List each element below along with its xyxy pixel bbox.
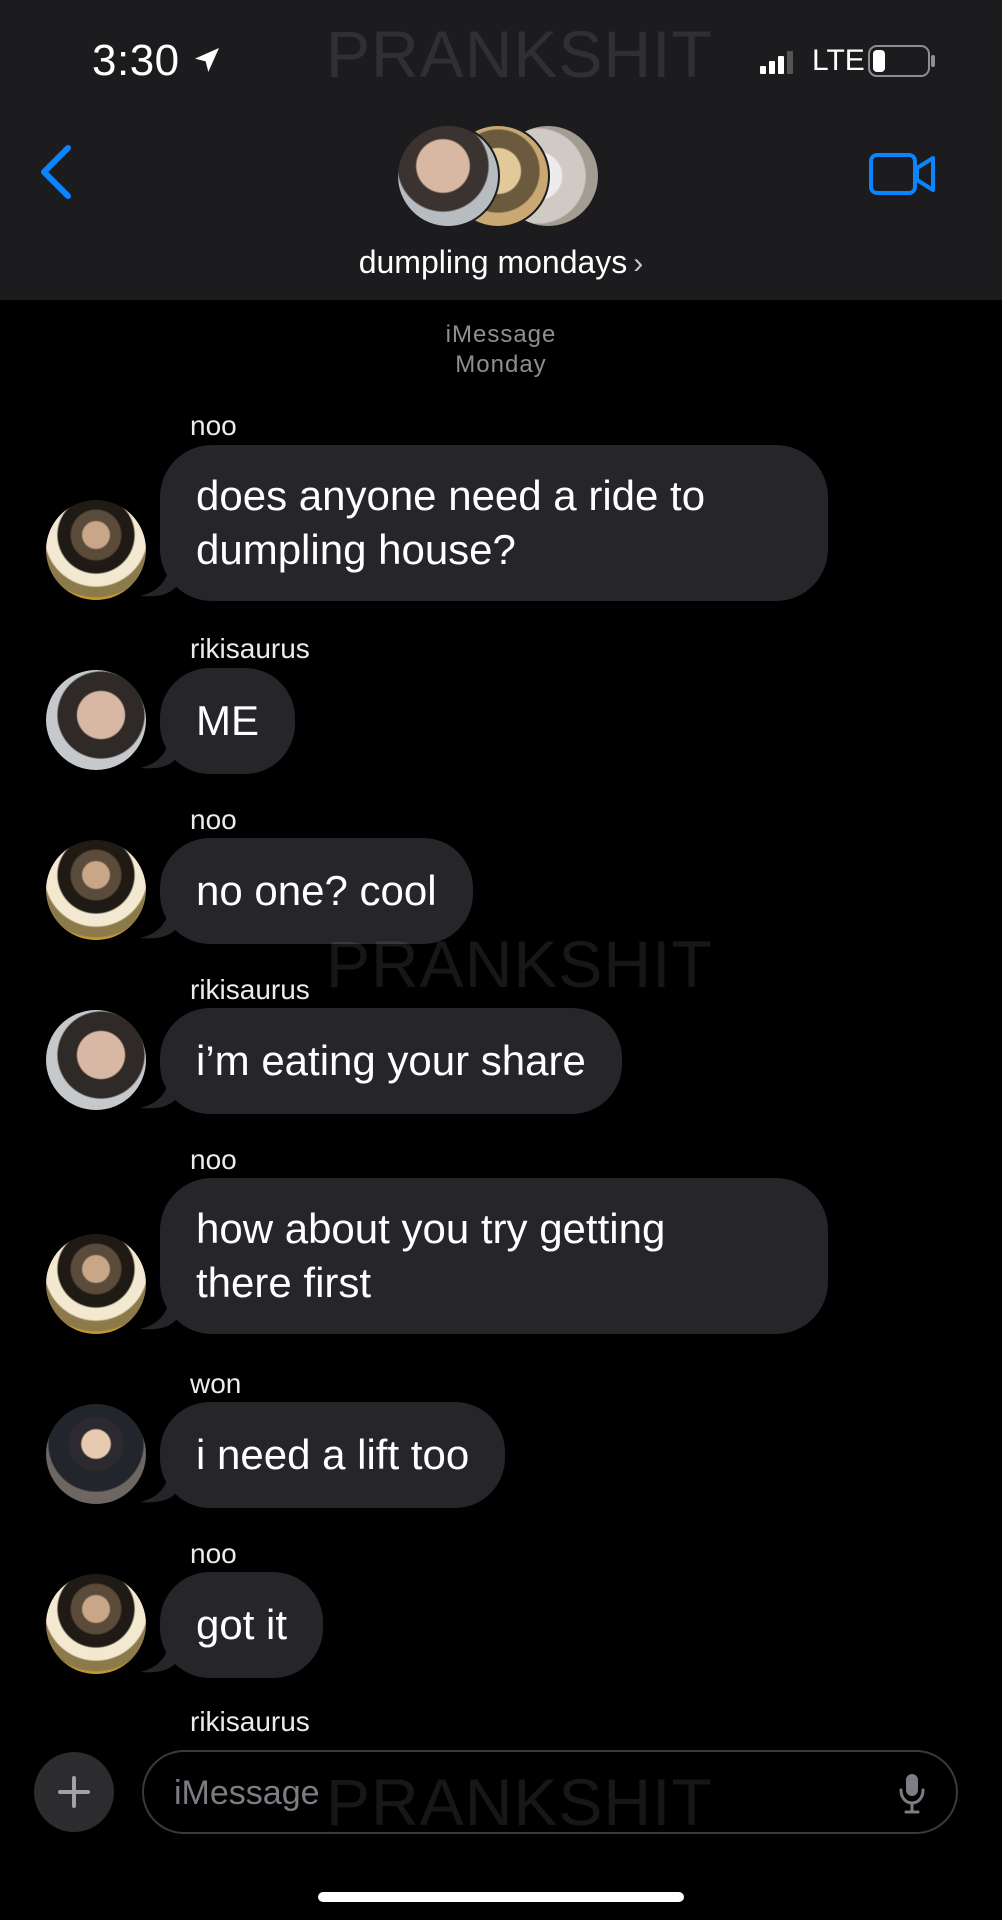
partial-next-message: rikisaurus <box>0 1706 1002 1734</box>
bubble-tail <box>140 900 180 939</box>
sender-name: won <box>190 1368 242 1399</box>
group-title[interactable]: dumpling mondays › <box>0 244 1002 281</box>
message-text-line: i’m eating your share <box>196 1037 586 1084</box>
message-bubble[interactable]: how about you try getting there first <box>160 1178 828 1334</box>
microphone-icon[interactable] <box>898 1772 926 1814</box>
status-time: 3:30 <box>92 36 180 85</box>
message-bubble[interactable]: does anyone need a ride to dumpling hous… <box>160 445 828 601</box>
plus-icon <box>58 1776 90 1808</box>
group-avatar <box>396 124 500 228</box>
location-arrow-icon <box>195 48 219 72</box>
message-bubble[interactable]: no one? cool <box>160 838 473 944</box>
avatar[interactable] <box>46 1234 146 1334</box>
sender-name: rikisaurus <box>190 633 310 664</box>
back-chevron-icon[interactable] <box>36 144 78 200</box>
message-text-line: does anyone need a ride to <box>196 472 706 519</box>
sender-name: noo <box>190 410 237 441</box>
battery-icon <box>868 45 935 77</box>
avatar[interactable] <box>46 500 146 600</box>
day-label: Monday <box>455 351 547 378</box>
bubble-tail <box>140 1070 180 1109</box>
sender-name: noo <box>190 804 237 835</box>
message-text-line: dumpling house? <box>196 526 516 573</box>
message-bubble[interactable]: got it <box>160 1572 324 1678</box>
chevron-right-icon: › <box>633 247 644 280</box>
bubble-tail <box>140 1464 180 1503</box>
sender-name: noo <box>190 1538 237 1569</box>
avatar[interactable] <box>46 670 146 770</box>
avatar[interactable] <box>46 1010 146 1110</box>
sender-name: noo <box>190 1144 237 1175</box>
group-name-label: dumpling mondays <box>358 244 628 280</box>
message-bubble[interactable]: ME <box>160 668 295 774</box>
message-input[interactable] <box>174 1766 874 1820</box>
message-input-container[interactable] <box>142 1750 958 1834</box>
facetime-video-icon[interactable] <box>868 150 936 198</box>
group-avatar-stack[interactable] <box>396 124 606 230</box>
apps-plus-button[interactable] <box>34 1752 114 1832</box>
message-bubble[interactable]: i need a lift too <box>160 1402 506 1508</box>
bubble-tail <box>140 1291 180 1330</box>
message-text-line: how about you try getting <box>196 1205 666 1252</box>
service-label: iMessage <box>445 321 557 348</box>
sender-name: rikisaurus <box>190 974 310 1005</box>
watermark-top: PRANKSHIT <box>326 17 713 91</box>
message-text-line: ME <box>196 697 259 744</box>
bubble-tail <box>140 730 180 769</box>
avatar[interactable] <box>46 1574 146 1674</box>
bubble-tail <box>140 558 180 597</box>
message-text-line: i need a lift too <box>196 1431 470 1478</box>
avatar[interactable] <box>46 1404 146 1504</box>
conversation-header: 3:30 LTE PRANKSHIT dumpling mondays › <box>0 0 1002 300</box>
bubble-tail <box>140 1634 180 1673</box>
sender-name: rikisaurus <box>190 1706 310 1734</box>
avatar[interactable] <box>46 840 146 940</box>
message-bubble[interactable]: i’m eating your share <box>160 1008 622 1114</box>
message-text-line: got it <box>196 1601 288 1648</box>
network-type: LTE <box>812 44 865 77</box>
message-text-line: no one? cool <box>196 867 437 914</box>
home-indicator[interactable] <box>318 1892 684 1902</box>
cellular-signal-icon <box>760 51 793 74</box>
message-text-line: there first <box>196 1259 372 1306</box>
